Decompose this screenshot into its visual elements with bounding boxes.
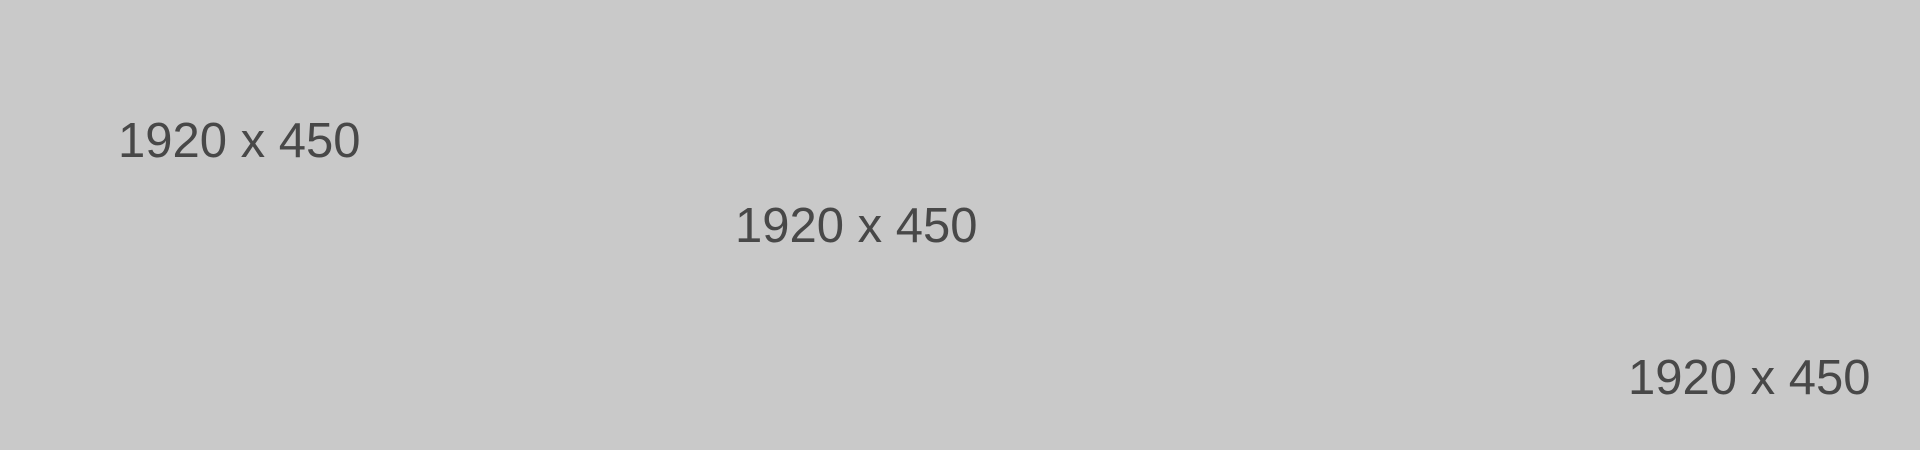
placeholder-canvas: 1920 x 450 1920 x 450 1920 x 450	[0, 0, 1920, 450]
dimension-label: 1920 x 450	[735, 199, 978, 253]
dimension-label: 1920 x 450	[118, 114, 361, 168]
dimension-label: 1920 x 450	[1628, 351, 1871, 405]
